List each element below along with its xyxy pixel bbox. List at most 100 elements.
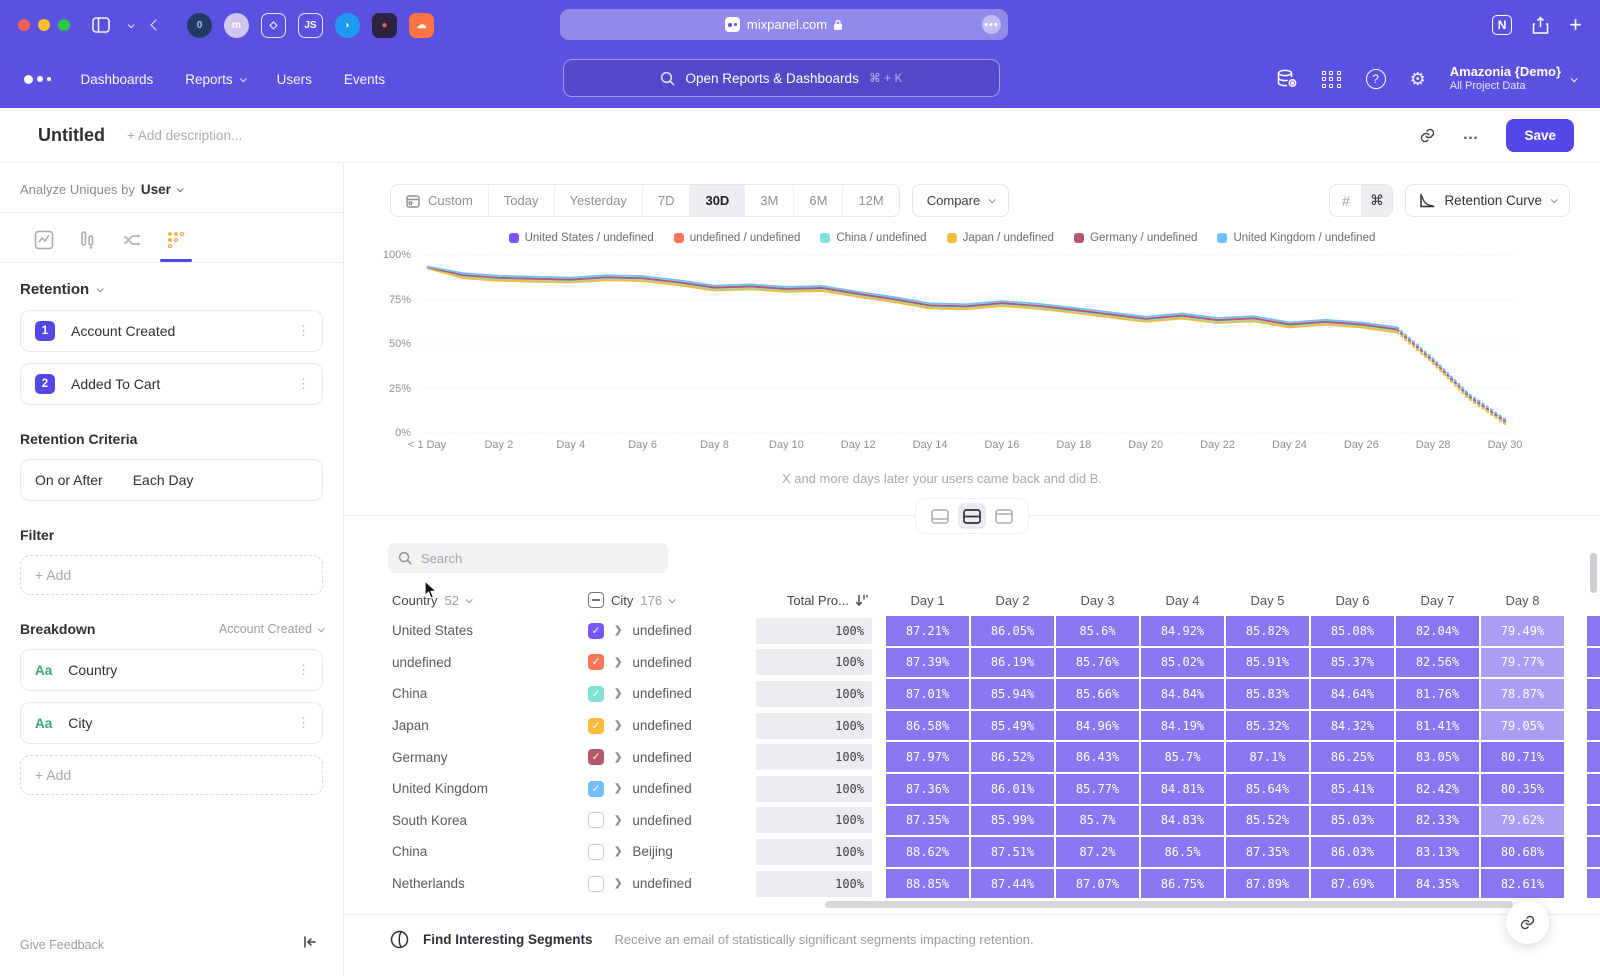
range-3m[interactable]: 3M xyxy=(745,185,794,216)
filter-add-button[interactable]: + Add xyxy=(20,555,323,595)
expand-row-icon[interactable]: ❯ xyxy=(614,720,622,731)
clipped-day-cell[interactable] xyxy=(1587,869,1600,899)
retention-value-cell[interactable]: 87.35% xyxy=(886,806,969,836)
retention-value-cell[interactable]: 85.7% xyxy=(1141,742,1224,772)
clipped-day-cell[interactable] xyxy=(1587,616,1600,646)
retention-value-cell[interactable]: 79.05% xyxy=(1481,711,1564,741)
retention-value-cell[interactable]: 87.97% xyxy=(886,742,969,772)
retention-chart[interactable]: 0%25%50%75%100% < 1 DayDay 2Day 4Day 6Da… xyxy=(382,253,1600,457)
retention-value-cell[interactable]: 84.81% xyxy=(1141,774,1224,804)
retention-value-cell[interactable]: 79.49% xyxy=(1481,616,1564,646)
retention-value-cell[interactable]: 87.89% xyxy=(1226,869,1309,899)
day-column-header[interactable]: Day 3 xyxy=(1055,593,1140,608)
compare-button[interactable]: Compare xyxy=(912,184,1009,217)
retention-value-cell[interactable]: 80.71% xyxy=(1481,742,1564,772)
retention-value-cell[interactable]: 79.77% xyxy=(1481,648,1564,678)
retention-value-cell[interactable]: 87.01% xyxy=(886,679,969,709)
breakdown-item-country[interactable]: AaCountry⋮ xyxy=(20,649,323,691)
cube-extension-icon[interactable]: ◇ xyxy=(261,13,286,38)
row-checkbox[interactable]: ✓ xyxy=(588,654,604,670)
tabs-chevron-icon[interactable] xyxy=(128,23,133,28)
retention-value-cell[interactable]: 85.02% xyxy=(1141,648,1224,678)
retention-value-cell[interactable]: 86.75% xyxy=(1141,869,1224,899)
retention-value-cell[interactable]: 85.76% xyxy=(1056,648,1139,678)
range-yesterday[interactable]: Yesterday xyxy=(555,185,643,216)
retention-value-cell[interactable]: 85.6% xyxy=(1056,616,1139,646)
expand-row-icon[interactable]: ❯ xyxy=(614,783,622,794)
day-column-header[interactable]: Day 1 xyxy=(885,593,970,608)
retention-value-cell[interactable]: 86.01% xyxy=(971,774,1054,804)
retention-value-cell[interactable]: 87.35% xyxy=(1226,837,1309,867)
row-checkbox[interactable]: ✓ xyxy=(588,623,604,639)
retention-value-cell[interactable]: 84.96% xyxy=(1056,711,1139,741)
extensions-badge[interactable]: ••• xyxy=(982,15,1001,34)
collapse-sidebar-icon[interactable] xyxy=(303,935,317,954)
retention-value-cell[interactable]: 85.91% xyxy=(1226,648,1309,678)
retention-value-cell[interactable]: 85.41% xyxy=(1311,774,1394,804)
day-column-header[interactable]: Day 4 xyxy=(1140,593,1225,608)
city-column-header[interactable]: City 176 xyxy=(578,592,756,608)
share-link-floating-button[interactable] xyxy=(1506,901,1549,944)
report-title[interactable]: Untitled xyxy=(38,125,105,146)
tab-funnels[interactable] xyxy=(78,230,98,250)
step-options-icon[interactable]: ⋮ xyxy=(297,376,310,392)
add-description-button[interactable]: + Add description... xyxy=(127,128,242,143)
notion-extension-icon[interactable]: N xyxy=(1492,15,1512,35)
retention-value-cell[interactable]: 85.52% xyxy=(1226,806,1309,836)
project-switcher[interactable]: Amazonia {Demo} All Project Data xyxy=(1450,64,1576,94)
retention-value-cell[interactable]: 86.03% xyxy=(1311,837,1394,867)
criteria-each-day[interactable]: Each Day xyxy=(133,472,194,488)
sidebar-toggle-icon[interactable] xyxy=(92,17,110,33)
cloud-extension-icon[interactable]: ☁ xyxy=(409,13,434,38)
legend-item[interactable]: China / undefined xyxy=(820,232,926,244)
total-column-header[interactable]: Total Pro... xyxy=(756,593,872,608)
retention-value-cell[interactable]: 85.82% xyxy=(1226,616,1309,646)
tab-insights[interactable] xyxy=(34,230,54,250)
retention-value-cell[interactable]: 81.41% xyxy=(1396,711,1479,741)
retention-value-cell[interactable]: 86.25% xyxy=(1311,742,1394,772)
record-extension-icon[interactable]: ● xyxy=(372,13,397,38)
table-search-input[interactable] xyxy=(421,551,641,566)
breakdown-options-icon[interactable]: ⋮ xyxy=(297,715,310,731)
retention-value-cell[interactable]: 85.7% xyxy=(1056,806,1139,836)
clipped-day-cell[interactable] xyxy=(1587,837,1600,867)
retention-value-cell[interactable]: 87.69% xyxy=(1311,869,1394,899)
retention-value-cell[interactable]: 82.56% xyxy=(1396,648,1479,678)
day-column-header[interactable]: Day 6 xyxy=(1310,593,1395,608)
retention-value-cell[interactable]: 83.05% xyxy=(1396,742,1479,772)
copy-link-icon[interactable] xyxy=(1419,127,1436,144)
retention-value-cell[interactable]: 87.2% xyxy=(1056,837,1139,867)
retention-value-cell[interactable]: 86.58% xyxy=(886,711,969,741)
table-only-view-button[interactable] xyxy=(990,503,1018,529)
retention-value-cell[interactable]: 85.64% xyxy=(1226,774,1309,804)
breakdown-add-button[interactable]: + Add xyxy=(20,755,323,795)
retention-value-cell[interactable]: 82.42% xyxy=(1396,774,1479,804)
nav-item-events[interactable]: Events xyxy=(344,72,385,87)
back-icon[interactable] xyxy=(152,21,160,29)
m-extension-icon[interactable]: m xyxy=(224,13,249,38)
new-tab-icon[interactable]: + xyxy=(1569,14,1582,36)
bird-extension-icon[interactable]: ◗ xyxy=(335,13,360,38)
row-checkbox[interactable] xyxy=(588,844,604,860)
retention-step-2[interactable]: 2Added To Cart⋮ xyxy=(20,363,323,405)
nav-item-dashboards[interactable]: Dashboards xyxy=(81,72,154,87)
minimize-window-button[interactable] xyxy=(38,19,50,31)
expand-row-icon[interactable]: ❯ xyxy=(614,752,622,763)
chart-type-dropdown[interactable]: Retention Curve xyxy=(1405,184,1570,217)
save-button[interactable]: Save xyxy=(1506,119,1574,152)
retention-value-cell[interactable]: 82.61% xyxy=(1481,869,1564,899)
apps-grid-icon[interactable] xyxy=(1322,71,1342,88)
row-checkbox[interactable]: ✓ xyxy=(588,686,604,702)
nav-item-reports[interactable]: Reports xyxy=(185,72,244,87)
settings-gear-icon[interactable]: ⚙ xyxy=(1410,69,1426,90)
breakdown-item-city[interactable]: AaCity⋮ xyxy=(20,702,323,744)
clipped-day-cell[interactable] xyxy=(1587,774,1600,804)
give-feedback-link[interactable]: Give Feedback xyxy=(20,938,104,952)
breakdown-options-icon[interactable]: ⋮ xyxy=(297,662,310,678)
row-checkbox[interactable]: ✓ xyxy=(588,749,604,765)
retention-value-cell[interactable]: 84.64% xyxy=(1311,679,1394,709)
retention-value-cell[interactable]: 80.35% xyxy=(1481,774,1564,804)
range-7d[interactable]: 7D xyxy=(643,185,691,216)
clipped-day-cell[interactable] xyxy=(1587,742,1600,772)
expand-row-icon[interactable]: ❯ xyxy=(614,815,622,826)
